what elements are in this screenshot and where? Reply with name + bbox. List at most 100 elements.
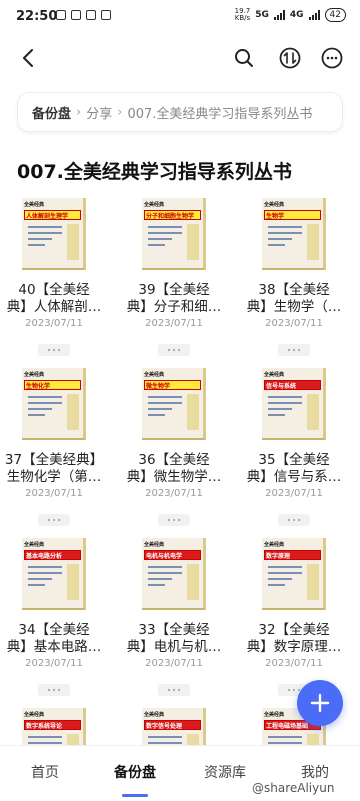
breadcrumb: 备份盘 › 分享 › 007.全美经典学习指导系列丛书 <box>17 92 343 132</box>
file-name: 37【全美经典】 生物化学（第… <box>4 452 104 485</box>
cover-series-label: 全美经典 <box>144 372 165 378</box>
add-button[interactable] <box>297 680 343 726</box>
file-more-button[interactable] <box>38 684 70 696</box>
file-date: 2023/07/11 <box>25 318 83 329</box>
file-thumbnail: 全美经典 数字原理 <box>262 538 326 610</box>
file-thumbnail: 全美经典 信号与系统 <box>262 368 326 440</box>
page-title: 007.全美经典学习指导系列丛书 <box>17 161 292 183</box>
file-name: 38【全美经 典】生物学（… <box>246 282 342 315</box>
more-icon[interactable] <box>318 44 346 72</box>
cover-title: 基本电路分析 <box>26 553 63 560</box>
file-thumbnail: 全美经典 生物学 <box>262 198 326 270</box>
cover-lines <box>148 566 182 590</box>
cover-stripe <box>307 224 319 260</box>
file-thumbnail: 全美经典 微生物学 <box>142 368 206 440</box>
cover-lines <box>28 226 62 250</box>
file-more-button[interactable] <box>158 684 190 696</box>
cover-series-label: 全美经典 <box>24 712 45 718</box>
watermark: @shareAliyun <box>252 781 335 795</box>
file-name: 35【全美经 典】信号与系… <box>246 452 342 485</box>
file-more-button[interactable] <box>38 514 70 526</box>
cover-stripe <box>187 394 199 430</box>
sort-icon[interactable] <box>276 44 304 72</box>
cover-series-label: 全美经典 <box>264 202 285 208</box>
cover-stripe <box>307 564 319 600</box>
file-name: 39【全美经 典】分子和细… <box>126 282 222 315</box>
file-date: 2023/07/11 <box>265 488 323 499</box>
cover-lines <box>268 396 302 420</box>
breadcrumb-item-share[interactable]: 分享 <box>86 103 112 122</box>
signal-4g-label: 4G <box>289 10 304 20</box>
breadcrumb-root[interactable]: 备份盘 <box>32 103 71 122</box>
file-date: 2023/07/11 <box>265 318 323 329</box>
file-thumbnail: 全美经典电机与机电学 <box>142 538 206 610</box>
file-more-button[interactable] <box>158 344 190 356</box>
app-icon <box>86 10 96 20</box>
net-speed: 19.7 KB/s <box>234 7 251 22</box>
cover-title: 数字原理 <box>266 553 291 560</box>
file-more-button[interactable] <box>278 344 310 356</box>
cover-title: 数字信号处理 <box>146 723 183 730</box>
cover-lines <box>148 396 182 420</box>
cover-stripe <box>67 224 79 260</box>
cover-lines <box>28 566 62 590</box>
cover-stripe <box>307 394 319 430</box>
nav-bar <box>0 40 360 76</box>
breadcrumb-separator: › <box>76 104 82 120</box>
back-arrow-icon[interactable] <box>14 44 42 72</box>
file-date: 2023/07/11 <box>145 658 203 669</box>
cover-title: 人体解剖生理学 <box>26 213 69 220</box>
battery-icon: 42 <box>324 8 346 22</box>
file-thumbnail: 全美经典 生物化学 <box>22 368 86 440</box>
tab-home[interactable]: 首页 <box>0 762 90 782</box>
file-more-button[interactable] <box>278 514 310 526</box>
status-indicators: 19.7 KB/s 5G 4G 42 <box>235 8 346 22</box>
signal-bars-icon <box>273 10 285 20</box>
file-date: 2023/07/11 <box>25 488 83 499</box>
cover-stripe <box>67 564 79 600</box>
cover-stripe <box>187 224 199 260</box>
tab-backup-drive[interactable]: 备份盘 <box>90 762 180 782</box>
cover-title: 信号与系统 <box>266 383 297 390</box>
file-name: 33【全美经 典】电机与机… <box>126 622 222 655</box>
cover-series-label: 全美经典 <box>264 542 285 548</box>
file-name: 32【全美经 典】数字原理… <box>246 622 342 655</box>
file-more-button[interactable] <box>158 514 190 526</box>
cover-title: 工程电磁场基础 <box>266 723 309 730</box>
tiktok-icon <box>71 10 81 20</box>
file-date: 2023/07/11 <box>265 658 323 669</box>
cover-title: 微生物学 <box>146 383 171 390</box>
file-date: 2023/07/11 <box>145 318 203 329</box>
active-tab-indicator <box>122 794 148 797</box>
cover-lines <box>148 226 182 250</box>
signal-bars-icon-2 <box>308 10 320 20</box>
file-name: 34【全美经 典】基本电路… <box>6 622 102 655</box>
cover-series-label: 全美经典 <box>24 372 45 378</box>
status-time: 22:50 <box>16 9 58 24</box>
cover-title: 电机与机电学 <box>146 553 183 560</box>
file-name: 40【全美经 典】人体解剖… <box>6 282 102 315</box>
cover-series-label: 全美经典 <box>144 542 165 548</box>
cover-series-label: 全美经典 <box>144 202 165 208</box>
breadcrumb-separator: › <box>117 104 123 120</box>
search-icon[interactable] <box>230 44 258 72</box>
tab-mine[interactable]: 我的 <box>270 762 360 782</box>
cover-series-label: 全美经典 <box>24 542 45 548</box>
notification-icon <box>56 10 66 20</box>
breadcrumb-item-current[interactable]: 007.全美经典学习指导系列丛书 <box>127 103 312 122</box>
cover-stripe <box>67 394 79 430</box>
notification-icons <box>56 10 111 20</box>
file-thumbnail: 全美经典基本电路分析 <box>22 538 86 610</box>
cover-lines <box>268 226 302 250</box>
cover-lines <box>28 396 62 420</box>
file-date: 2023/07/11 <box>25 658 83 669</box>
cover-title: 生物化学 <box>26 383 51 390</box>
cover-series-label: 全美经典 <box>264 372 285 378</box>
tab-resource-library[interactable]: 资源库 <box>180 762 270 782</box>
cover-title: 分子和细胞生物学 <box>146 213 195 220</box>
cover-lines <box>268 566 302 590</box>
cover-title: 生物学 <box>266 213 285 220</box>
file-more-button[interactable] <box>38 344 70 356</box>
signal-5g-label: 5G <box>255 10 269 20</box>
status-bar: 22:50 19.7 KB/s 5G 4G 42 <box>0 0 360 34</box>
